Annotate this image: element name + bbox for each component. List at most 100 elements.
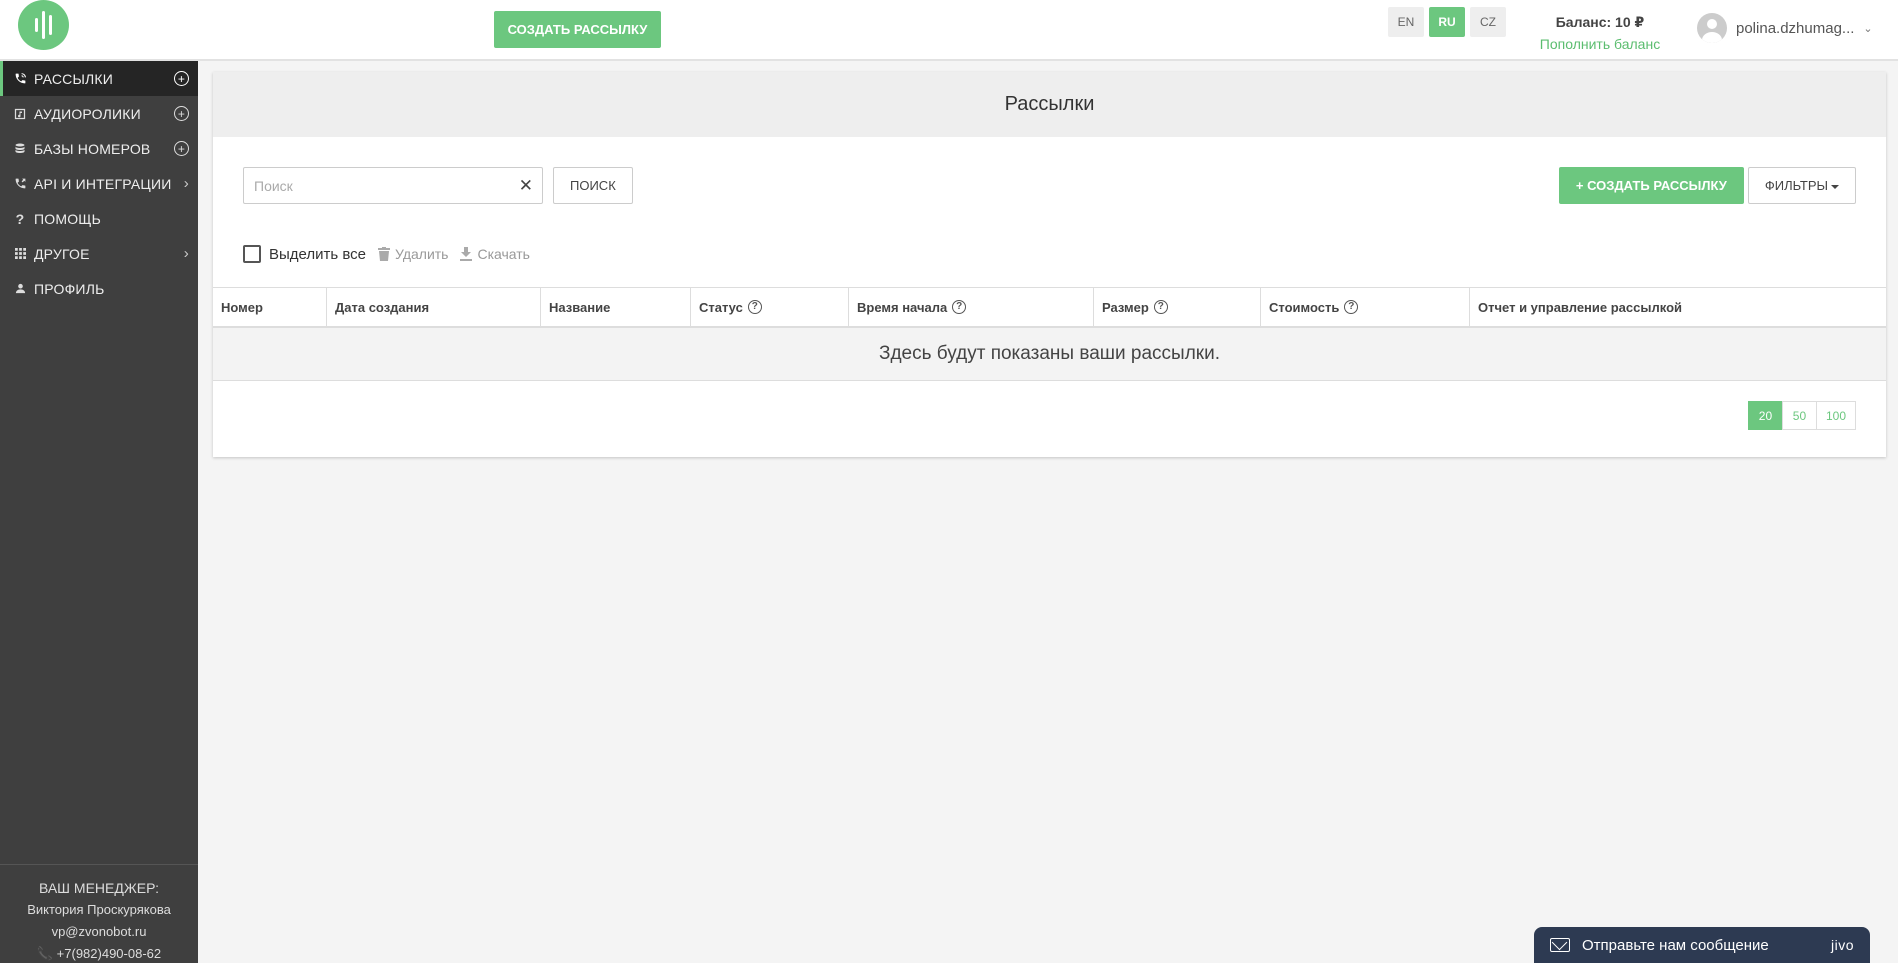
delete-label: Удалить	[395, 246, 449, 262]
column-label: Название	[549, 299, 611, 315]
chat-widget[interactable]: Отправьте нам сообщение jivo	[1534, 927, 1870, 963]
select-all-control[interactable]: Выделить все	[243, 245, 366, 263]
column-header-report[interactable]: Отчет и управление рассылкой	[1470, 288, 1886, 326]
sidebar-item-audio[interactable]: АУДИОРОЛИКИ +	[0, 96, 198, 131]
sidebar-item-api[interactable]: API И ИНТЕГРАЦИИ ›	[0, 166, 198, 201]
audio-file-icon	[13, 107, 27, 121]
manager-block: ВАШ МЕНЕДЖЕР: Виктория Проскурякова vp@z…	[0, 864, 198, 963]
filters-button[interactable]: ФИЛЬТРЫ	[1747, 167, 1856, 204]
column-label: Отчет и управление рассылкой	[1478, 299, 1683, 315]
envelope-icon	[1550, 938, 1570, 952]
select-all-label: Выделить все	[269, 245, 367, 263]
clear-search-icon[interactable]: ✕	[519, 177, 533, 194]
help-icon[interactable]: ?	[1344, 300, 1359, 314]
chevron-right-icon: ›	[183, 245, 189, 262]
sidebar-item-help[interactable]: ? ПОМОЩЬ	[0, 201, 198, 236]
help-icon[interactable]: ?	[952, 300, 967, 314]
column-header-start-time[interactable]: Время начала?	[849, 288, 1094, 326]
column-label: Дата создания	[335, 299, 430, 315]
user-name: polina.dzhumag...	[1736, 19, 1855, 37]
phone-forward-icon	[13, 177, 27, 191]
download-icon	[460, 247, 473, 261]
create-mailing-button[interactable]: + СОЗДАТЬ РАССЫЛКУ	[1558, 167, 1744, 204]
caret-down-icon	[1831, 184, 1839, 189]
mailings-card: Рассылки ✕ ПОИСК + СОЗДАТЬ РАССЫЛКУ ФИЛЬ…	[213, 72, 1886, 457]
manager-title: ВАШ МЕНЕДЖЕР:	[38, 880, 160, 896]
trash-icon	[378, 247, 391, 261]
select-all-checkbox[interactable]	[243, 245, 261, 263]
column-header-size[interactable]: Размер?	[1094, 288, 1261, 326]
column-header-created[interactable]: Дата создания	[327, 288, 541, 326]
logo-bars-icon	[35, 11, 52, 39]
database-icon	[13, 142, 27, 156]
download-action[interactable]: Скачать	[460, 246, 530, 262]
sidebar-item-number-bases[interactable]: БАЗЫ НОМЕРОВ +	[0, 131, 198, 166]
person-icon	[13, 282, 27, 296]
add-mailing-icon[interactable]: +	[174, 71, 189, 86]
sidebar-item-other[interactable]: ДРУГОЕ ›	[0, 236, 198, 271]
topup-balance-link[interactable]: Пополнить баланс	[1530, 36, 1670, 52]
page-title: Рассылки	[213, 72, 1886, 137]
grid-icon	[13, 247, 27, 261]
add-audio-icon[interactable]: +	[174, 106, 189, 121]
empty-state-message: Здесь будут показаны ваши рассылки.	[213, 328, 1886, 381]
top-header: СОЗДАТЬ РАССЫЛКУ EN RU CZ Баланс: 10 ₽ П…	[0, 0, 1898, 61]
search-box: ✕	[243, 167, 543, 204]
phone-wave-icon	[13, 72, 27, 86]
sidebar-item-profile[interactable]: ПРОФИЛЬ	[0, 271, 198, 306]
question-icon: ?	[15, 210, 25, 227]
chevron-right-icon: ›	[183, 175, 189, 192]
manager-phone-row[interactable]: 📞 +7(982)490-08-62	[0, 943, 198, 963]
search-row: ✕ ПОИСК	[243, 167, 633, 204]
page-size-100[interactable]: 100	[1815, 401, 1856, 430]
help-icon[interactable]: ?	[747, 300, 762, 314]
create-mailing-button-top[interactable]: СОЗДАТЬ РАССЫЛКУ	[494, 11, 661, 48]
column-label: Стоимость	[1269, 299, 1340, 315]
language-switcher: EN RU CZ	[1388, 7, 1506, 37]
balance-label: Баланс: 10 ₽	[1555, 14, 1645, 30]
search-button[interactable]: ПОИСК	[553, 167, 633, 204]
manager-email[interactable]: vp@zvonobot.ru	[0, 921, 198, 943]
manager-phone: +7(982)490-08-62	[56, 946, 162, 961]
column-header-name[interactable]: Название	[541, 288, 691, 326]
chat-label: Отправьте нам сообщение	[1582, 936, 1769, 954]
sidebar-item-mailings[interactable]: РАССЫЛКИ +	[0, 61, 198, 96]
page-size-selector: 20 50 100	[1747, 401, 1856, 430]
lang-button-ru[interactable]: RU	[1429, 7, 1465, 37]
table-header: Номер Дата создания Название Статус? Вре…	[213, 287, 1886, 328]
user-menu[interactable]: polina.dzhumag... ⌄	[1697, 13, 1873, 43]
sidebar-item-label: ПОМОЩЬ	[34, 210, 102, 227]
filters-label: ФИЛЬТРЫ	[1764, 178, 1828, 193]
delete-action[interactable]: Удалить	[378, 246, 448, 262]
column-header-cost[interactable]: Стоимость?	[1261, 288, 1470, 326]
bulk-actions: Выделить все Удалить Скачать	[243, 245, 530, 263]
sidebar-item-label: ДРУГОЕ	[34, 245, 90, 262]
avatar	[1697, 13, 1727, 43]
chevron-down-icon: ⌄	[1863, 22, 1873, 35]
phone-icon: 📞	[36, 946, 54, 961]
sidebar-item-label: РАССЫЛКИ	[34, 70, 114, 87]
add-number-base-icon[interactable]: +	[174, 141, 189, 156]
page-size-20[interactable]: 20	[1747, 401, 1783, 430]
download-label: Скачать	[477, 246, 530, 262]
column-label: Номер	[221, 299, 263, 315]
page-size-50[interactable]: 50	[1781, 401, 1817, 430]
help-icon[interactable]: ?	[1153, 300, 1168, 314]
search-input[interactable]	[244, 168, 542, 203]
manager-name: Виктория Проскурякова	[27, 902, 171, 917]
sidebar-item-label: БАЗЫ НОМЕРОВ	[34, 140, 151, 157]
lang-button-cz[interactable]: CZ	[1470, 7, 1506, 37]
lang-button-en[interactable]: EN	[1388, 7, 1424, 37]
actions-right: + СОЗДАТЬ РАССЫЛКУ ФИЛЬТРЫ	[1558, 167, 1856, 204]
balance-block: Баланс: 10 ₽ Пополнить баланс	[1530, 14, 1670, 52]
column-label: Размер	[1102, 299, 1149, 315]
sidebar-item-label: АУДИОРОЛИКИ	[34, 105, 141, 122]
sidebar: РАССЫЛКИ + АУДИОРОЛИКИ + БАЗЫ НОМЕРОВ + …	[0, 61, 198, 963]
sidebar-item-label: ПРОФИЛЬ	[34, 280, 105, 297]
logo[interactable]	[18, 0, 69, 50]
column-label: Статус	[699, 299, 743, 315]
column-label: Время начала	[857, 299, 948, 315]
chat-brand-logo: jivo	[1830, 937, 1854, 953]
column-header-status[interactable]: Статус?	[691, 288, 849, 326]
column-header-number[interactable]: Номер	[213, 288, 327, 326]
